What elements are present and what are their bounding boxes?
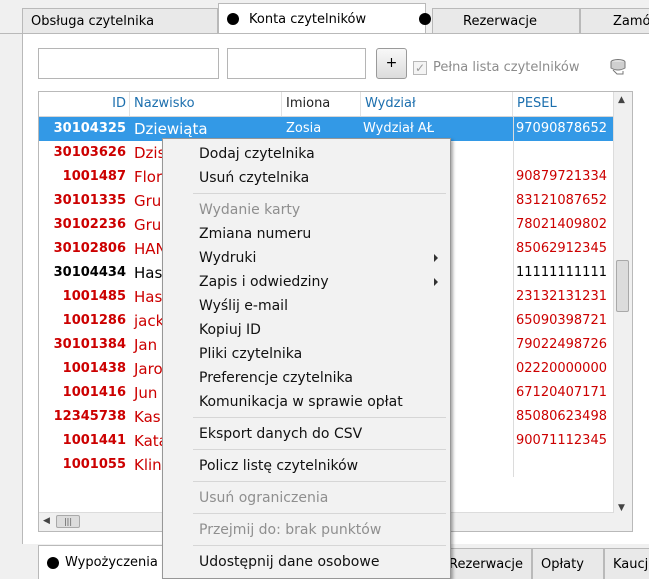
tab-marker-icon <box>47 556 59 569</box>
column-header-imiona[interactable]: Imiona <box>282 92 361 116</box>
menu-separator <box>193 449 446 450</box>
full-list-checkbox[interactable]: ✓ <box>413 61 427 75</box>
cell-id: 30102806 <box>53 241 126 256</box>
scroll-thumb[interactable] <box>616 260 629 312</box>
menu-separator <box>193 545 446 546</box>
cell-id: 1001286 <box>62 313 126 328</box>
table-header: ID Nazwisko Imiona Wydział PESEL <box>39 92 614 117</box>
tab-label: Zamó <box>613 14 649 29</box>
menu-item[interactable]: Dodaj czytelnika <box>199 142 439 166</box>
cell-pesel: 11111111111 <box>513 261 614 285</box>
tab-obsluga-czytelnika[interactable]: Obsługa czytelnika <box>22 8 218 34</box>
cell-pesel: 85080623498 <box>513 405 614 429</box>
cell-id: 1001487 <box>62 169 126 184</box>
cell-id: 1001485 <box>62 289 126 304</box>
clear-filter-icon[interactable] <box>608 57 628 77</box>
cell-id: 12345738 <box>53 409 126 424</box>
tab-rezerwacje[interactable]: Rezerwacje <box>432 8 580 34</box>
cell-pesel: 90879721334 <box>513 165 614 189</box>
menu-item[interactable]: Zmiana numeru <box>199 222 439 246</box>
tab-marker-icon <box>227 13 239 25</box>
menu-item[interactable]: Zapis i odwiedziny <box>199 270 439 294</box>
tab-rezerwacje-bottom[interactable]: Rezerwacje <box>440 548 532 579</box>
tab-wypozyczenia[interactable]: Wypożyczenia <box>38 545 168 579</box>
cell-pesel: 90071112345 <box>513 429 614 453</box>
tab-oplaty[interactable]: Opłaty <box>532 548 604 579</box>
tab-label: Rezerwacje <box>463 14 537 29</box>
cell-id: 30101384 <box>53 337 126 352</box>
column-header-wydzial[interactable]: Wydział <box>361 92 513 116</box>
cell-pesel: 78021409802 <box>513 213 614 237</box>
add-button[interactable]: + <box>376 48 407 79</box>
tab-label: Opłaty <box>541 556 584 572</box>
menu-item[interactable]: Preferencje czytelnika <box>199 366 439 390</box>
menu-item[interactable]: Pliki czytelnika <box>199 342 439 366</box>
scroll-corner <box>614 513 632 531</box>
menu-item[interactable]: Usuń czytelnika <box>199 166 439 190</box>
menu-item[interactable]: Wyślij e-mail <box>199 294 439 318</box>
cell-pesel: 79022498726 <box>513 333 614 357</box>
menu-item[interactable]: Komunikacja w sprawie opłat <box>199 390 439 414</box>
submenu-arrow-icon <box>434 254 438 262</box>
column-header-id[interactable]: ID <box>39 92 130 116</box>
menu-separator <box>193 193 446 194</box>
context-menu: Dodaj czytelnika Usuń czytelnika Wydanie k… <box>162 138 451 579</box>
tab-label: Kaucj <box>613 556 649 572</box>
tab-zamowienia[interactable]: Zamó <box>580 8 649 34</box>
cell-pesel <box>513 141 614 165</box>
tab-label: Konta czytelników <box>249 11 367 27</box>
menu-separator <box>193 513 446 514</box>
top-tab-bar: Obsługa czytelnika Konta czytelników Rez… <box>0 0 649 34</box>
cell-pesel: 85062912345 <box>513 237 614 261</box>
cell-id: 1001055 <box>62 457 126 472</box>
menu-item[interactable]: Wydruki <box>199 246 439 270</box>
menu-item[interactable]: Kopiuj ID <box>199 318 439 342</box>
tab-marker-icon <box>419 13 431 25</box>
scroll-down-icon[interactable]: ▼ <box>618 503 625 513</box>
tab-label: Rezerwacje <box>449 556 523 572</box>
search-input-secondary[interactable] <box>227 48 366 79</box>
cell-id: 30101335 <box>53 193 126 208</box>
cell-id: 1001438 <box>62 361 126 376</box>
scroll-up-icon[interactable]: ▲ <box>618 95 625 105</box>
cell-pesel: 65090398721 <box>513 309 614 333</box>
cell-pesel: 23132131231 <box>513 285 614 309</box>
cell-pesel: 97090878652 <box>513 117 614 141</box>
tab-label: Wypożyczenia <box>65 555 158 570</box>
tab-label: Obsługa czytelnika <box>31 14 155 29</box>
full-list-label: Pełna lista czytelników <box>433 60 580 75</box>
cell-id: 30103626 <box>53 145 126 160</box>
cell-id: 30102236 <box>53 217 126 232</box>
column-header-nazwisko[interactable]: Nazwisko <box>130 92 282 116</box>
vertical-scrollbar[interactable]: ▲ ▼ <box>613 92 632 515</box>
menu-separator <box>193 417 446 418</box>
search-input[interactable] <box>38 48 219 79</box>
cell-pesel <box>513 453 614 477</box>
cell-pesel: 67120407171 <box>513 381 614 405</box>
scroll-thumb[interactable]: ||| <box>56 515 80 528</box>
menu-item: Wydanie karty <box>199 202 301 218</box>
scroll-left-icon[interactable]: ◀ <box>43 516 50 526</box>
tab-konta-czytelnikow[interactable]: Konta czytelników <box>218 3 431 34</box>
cell-pesel: 02220000000 <box>513 357 614 381</box>
tab-kaucje[interactable]: Kaucj <box>604 548 649 579</box>
menu-item[interactable]: Eksport danych do CSV <box>199 422 439 446</box>
menu-item: Usuń ograniczenia <box>199 490 329 506</box>
cell-id: 1001441 <box>62 433 126 448</box>
cell-pesel: 83121087652 <box>513 189 614 213</box>
menu-item: Przejmij do: brak punktów <box>199 522 382 538</box>
cell-id: 30104325 <box>53 121 126 136</box>
column-header-pesel[interactable]: PESEL <box>513 92 614 116</box>
menu-separator <box>193 481 446 482</box>
cell-id: 30104434 <box>53 265 126 280</box>
menu-item[interactable]: Policz listę czytelników <box>199 454 439 478</box>
menu-item[interactable]: Udostępnij dane osobowe <box>199 550 439 574</box>
submenu-arrow-icon <box>434 278 438 286</box>
cell-id: 1001416 <box>62 385 126 400</box>
